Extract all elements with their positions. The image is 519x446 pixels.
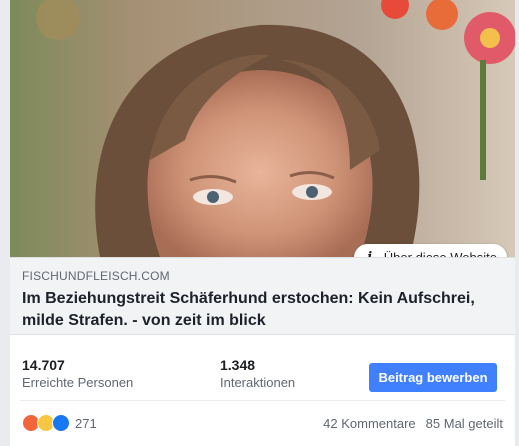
page-edge-right xyxy=(515,0,519,446)
reach-label: Erreichte Personen xyxy=(22,375,134,390)
portrait-photo xyxy=(10,0,515,257)
engagement-counts: 42 Kommentare 85 Mal geteilt xyxy=(323,416,503,431)
link-domain: FISCHUNDFLEISCH.COM xyxy=(22,269,170,283)
link-preview-image[interactable] xyxy=(10,0,515,257)
comments-count[interactable]: 42 Kommentare xyxy=(323,416,416,431)
link-preview-meta[interactable]: FISCHUNDFLEISCH.COM Im Beziehungstreit S… xyxy=(10,257,515,335)
link-headline[interactable]: Im Beziehungstreit Schäferhund erstochen… xyxy=(22,288,492,332)
interactions-stat[interactable]: 1.348 Interaktionen xyxy=(220,356,295,392)
divider xyxy=(20,400,505,401)
boost-post-button[interactable]: Beitrag bewerben xyxy=(369,363,497,392)
post-card: i Über diese Website FISCHUNDFLEISCH.COM… xyxy=(10,0,515,446)
reach-stat[interactable]: 14.707 Erreichte Personen xyxy=(22,356,133,392)
interactions-value: 1.348 xyxy=(220,357,256,373)
post-insights: 14.707 Erreichte Personen 1.348 Interakt… xyxy=(10,346,515,396)
reaction-count: 271 xyxy=(75,415,97,431)
shares-count[interactable]: 85 Mal geteilt xyxy=(426,416,503,431)
post-footer: 271 42 Kommentare 85 Mal geteilt xyxy=(10,402,515,446)
like-reaction-icon xyxy=(52,414,70,432)
interactions-label: Interaktionen xyxy=(220,375,296,390)
reach-value: 14.707 xyxy=(22,357,65,373)
page-edge-left xyxy=(0,0,10,446)
reactions-summary[interactable]: 271 xyxy=(22,414,97,432)
